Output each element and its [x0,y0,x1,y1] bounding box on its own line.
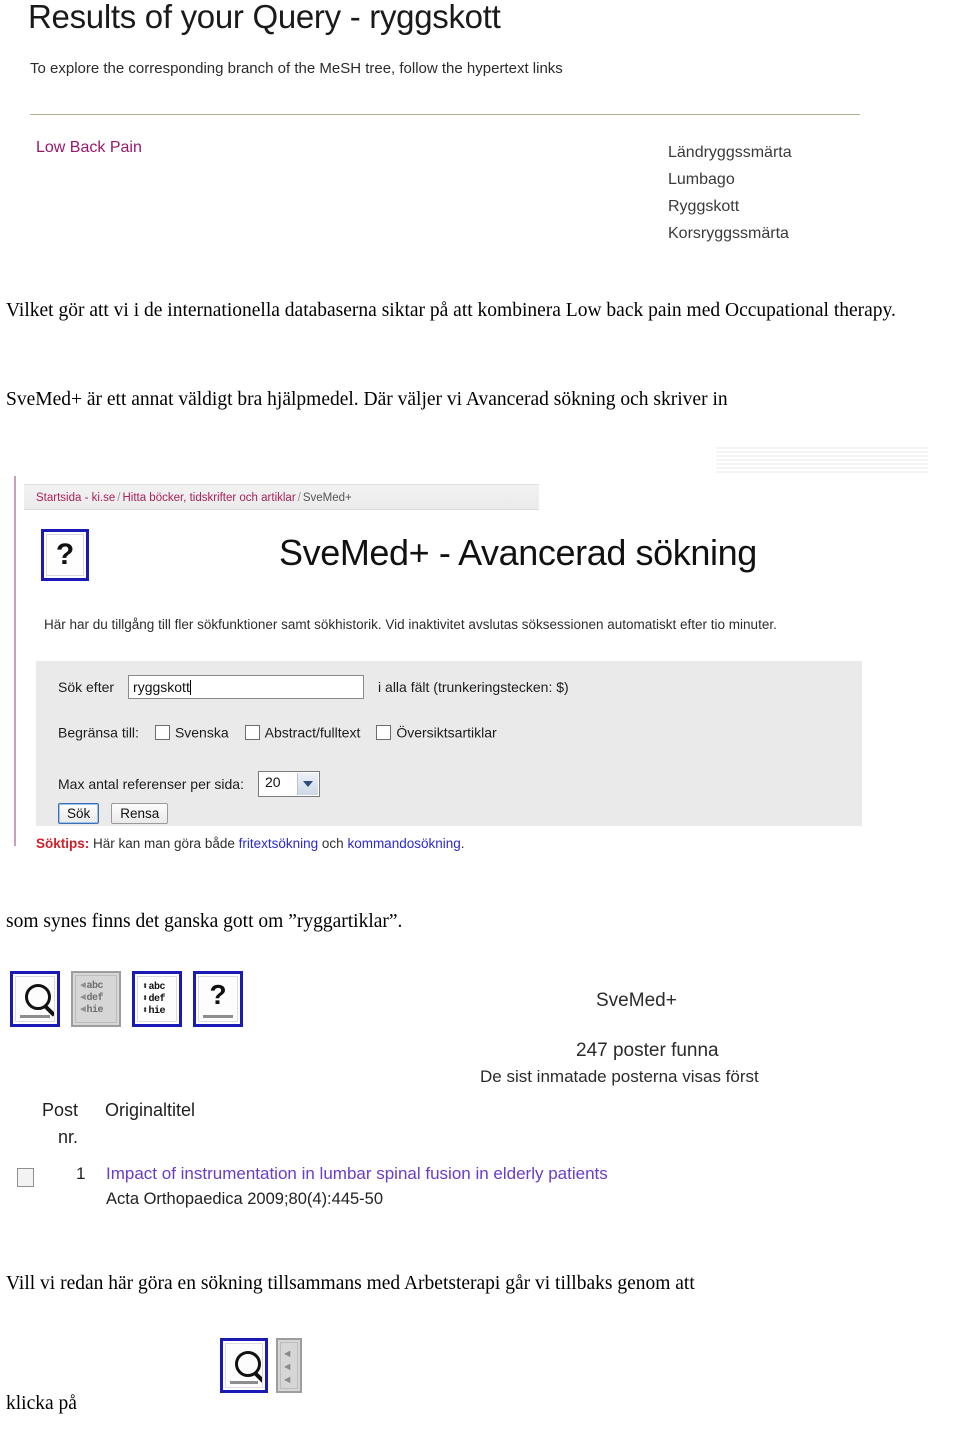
search-tips-text-before: Här kan man göra både [89,836,239,851]
column-header-nr: nr. [58,1127,79,1147]
mesh-term-link-low-back-pain[interactable]: Low Back Pain [36,139,142,157]
alpha-list-updown-icon[interactable]: ⬍abc ⬍def ⬍hie [132,971,182,1027]
alpha-row-2: def [148,994,166,1005]
checkbox-svenska[interactable] [154,724,170,740]
breadcrumb-separator: / [297,492,301,504]
checkbox-label-oversiktsartiklar: Översiktsartiklar [396,724,497,741]
mesh-synonym-list: Ländryggssmärta Lumbago Ryggskott Korsry… [668,139,792,247]
result-row-title-link[interactable]: Impact of instrumentation in lumbar spin… [106,1164,608,1184]
back-arrows-glyph: ◄ ◄ ◄ [284,1349,291,1387]
search-input-hint: i alla fält (trunkeringstecken: $) [378,679,569,695]
alpha-row-3: hie [148,1006,166,1017]
page-title: Results of your Query - ryggskott [28,0,501,35]
magnifier-icon-face [225,1343,263,1388]
alpha-list-back-icon-face: ◄abc ◄def ◄hie [75,975,117,1023]
help-question-icon[interactable]: ? [41,529,89,581]
checkbox-abstract-fulltext[interactable] [244,724,260,740]
paragraph-arbetsterapi: Vill vi redan här göra en sökning tillsa… [6,1273,695,1294]
left-accent-rule [14,476,16,846]
breadcrumb-item-hitta-bocker[interactable]: Hitta böcker, tidskrifter och artiklar [122,492,295,504]
link-fritextsokning[interactable]: fritextsökning [239,836,319,851]
breadcrumb-item-startsida[interactable]: Startsida - ki.se [36,492,115,504]
alpha-row-1: abc [148,982,166,993]
search-tips: Söktips: Här kan man göra både fritextsö… [36,836,465,851]
result-row-number: 1 [76,1164,86,1183]
icon-shelf [203,1015,233,1018]
alpha-row-2: def [86,993,104,1004]
database-label: SveMed+ [596,990,677,1011]
svemed-intro-text: Här har du tillgång till fler sökfunktio… [44,617,777,632]
search-input-label: Sök efter [58,679,115,695]
breadcrumb[interactable]: Startsida - ki.se / Hitta böcker, tidskrif… [24,484,539,510]
svemed-advanced-search-screenshot: Startsida - ki.se / Hitta böcker, tidskrif… [14,474,928,894]
search-tips-text-after: . [460,836,465,851]
svemed-heading: SveMed+ - Avancerad sökning [279,532,757,573]
search-row: Sök efter ryggskott i alla fält (trunker… [58,675,569,699]
magnifier-icon-face [15,976,55,1022]
paragraph-klicka-pa: klicka på [6,1393,77,1414]
column-header-post: Post [42,1100,79,1120]
advanced-search-form: Sök efter ryggskott i alla fält (trunker… [36,661,862,826]
search-button[interactable]: Sök [58,803,100,824]
max-results-select[interactable]: 20 [257,771,320,797]
max-results-value: 20 [264,774,281,790]
alpha-row-3: hie [86,1005,104,1016]
form-buttons: Sök Rensa [58,803,176,824]
chevron-down-icon[interactable] [296,773,318,795]
alpha-list-updown-glyph: ⬍abc ⬍def ⬍hie [142,982,166,1017]
result-row-source: Acta Orthopaedica 2009;80(4):445-50 [106,1190,384,1208]
magnifier-glyph [25,984,51,1010]
list-item: Ländryggssmärta [668,144,792,161]
bottom-icon-pair: ◄ ◄ ◄ [220,1338,306,1393]
clear-button[interactable]: Rensa [111,803,169,824]
max-results-row: Max antal referenser per sida: 20 [58,771,320,797]
breadcrumb-item-svemed: SveMed+ [302,492,352,504]
limit-row: Begränsa till: Svenska Abstract/fulltext… [58,723,497,741]
column-header-originaltitel: Originaltitel [105,1100,196,1120]
search-tips-label: Söktips: [36,836,90,851]
alpha-list-back-glyph: ◄abc ◄def ◄hie [80,981,104,1016]
icon-shelf [230,1381,258,1384]
paragraph-intro: Vilket gör att vi i de internationella d… [6,300,896,321]
checkbox-oversiktsartiklar[interactable] [376,724,392,740]
horizontal-divider [30,114,860,115]
list-item: Ryggskott [668,198,740,215]
paragraph-ryggartiklar: som synes finns det ganska gott om ”rygg… [6,911,403,932]
max-results-label: Max antal referenser per sida: [58,776,244,792]
mesh-result-screenshot: Results of your Query - ryggskott To exp… [0,0,960,280]
mesh-subtitle: To explore the corresponding branch of t… [30,60,563,77]
hits-count: 247 poster funna [576,1040,719,1061]
search-input[interactable]: ryggskott [128,675,365,699]
search-tips-text-middle: och [318,836,348,851]
alpha-list-back-icon-face: ◄ ◄ ◄ [280,1342,298,1389]
paragraph-svemed: SveMed+ är ett annat väldigt bra hjälpme… [6,389,728,410]
checkbox-label-abstract-fulltext: Abstract/fulltext [264,724,361,741]
text-caret [189,680,191,695]
help-question-icon-face: ? [198,976,238,1022]
magnifier-glyph [235,1351,261,1377]
limit-label: Begränsa till: [58,724,139,741]
hits-sort-note: De sist inmatade posterna visas först [480,1067,759,1086]
search-input-value: ryggskott [133,679,190,695]
list-item: Korsryggssmärta [668,225,789,242]
alpha-list-updown-icon-face: ⬍abc ⬍def ⬍hie [137,976,177,1022]
magnifier-icon[interactable] [220,1338,268,1393]
checkbox-label-svenska: Svenska [174,724,229,741]
alpha-list-back-icon: ◄ ◄ ◄ [276,1338,302,1393]
help-question-icon-glyph: ? [46,534,84,576]
help-question-icon[interactable]: ? [193,971,243,1027]
result-row-checkbox[interactable] [17,1168,34,1187]
icon-shelf [20,1015,50,1018]
help-question-glyph: ? [209,979,227,1010]
alpha-list-back-icon: ◄abc ◄def ◄hie [71,971,121,1027]
magnifier-icon[interactable] [10,971,60,1027]
results-toolbar: ◄abc ◄def ◄hie ⬍abc ⬍def ⬍hie ? [10,971,250,1027]
alpha-row-1: abc [86,981,104,992]
list-item: Lumbago [668,171,735,188]
scan-lines-artifact [716,447,928,475]
link-kommandosokning[interactable]: kommandosökning [347,836,460,851]
